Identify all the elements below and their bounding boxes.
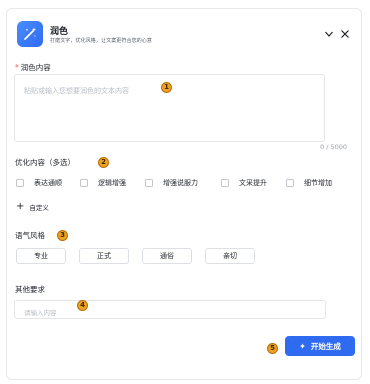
required-mark: * (15, 63, 19, 72)
close-icon (341, 30, 349, 38)
tone-friendly-button[interactable]: 亲切 (205, 248, 255, 264)
optimize-options: 表达通顺 逻辑增强 增强说服力 文采提升 细节增加 (14, 176, 344, 190)
checkbox[interactable] (16, 179, 24, 187)
checkbox[interactable] (221, 179, 229, 187)
tone-professional-button[interactable]: 专业 (16, 248, 66, 264)
marker-badge-4: 4 (77, 300, 88, 311)
tone-plain-button[interactable]: 通俗 (142, 248, 192, 264)
other-section-label: 其他要求 (15, 285, 45, 294)
checkbox[interactable] (286, 179, 294, 187)
tone-formal-button[interactable]: 正式 (79, 248, 129, 264)
tone-section-label: 语气风格 (15, 231, 45, 240)
option-persuasiveness[interactable]: 增强说服力 (145, 176, 198, 190)
marker-badge-2: 2 (98, 157, 109, 168)
polish-panel: 润色 打磨文字，优化风格，让文案更符合您的心意 (6, 8, 362, 380)
option-literary-style[interactable]: 文采提升 (221, 176, 267, 190)
panel-title: 润色 (50, 27, 69, 37)
panel-subtitle: 打磨文字，优化风格，让文案更符合您的心意 (50, 38, 153, 44)
add-custom-button[interactable]: + 自定义 (16, 201, 49, 213)
other-placeholder: 请输入内容 (24, 309, 57, 317)
content-section-label: * 润色内容 (15, 63, 51, 72)
close-button[interactable] (338, 27, 352, 41)
option-logic-enhance[interactable]: 逻辑增强 (80, 176, 126, 190)
char-counter: 0 / 5000 (320, 143, 347, 151)
marker-badge-3: 3 (57, 230, 68, 241)
start-generate-button[interactable]: ✦ 开始生成 (285, 336, 355, 356)
sparkle-icon: ✦ (299, 341, 306, 351)
checkbox[interactable] (80, 179, 88, 187)
other-requirements-input[interactable]: 请输入内容 (14, 300, 326, 319)
checkbox[interactable] (145, 179, 153, 187)
magic-wand-icon (17, 21, 43, 47)
option-fluent-expression[interactable]: 表达通顺 (16, 176, 62, 190)
chevron-down-icon (325, 31, 333, 37)
marker-badge-1: 1 (161, 82, 172, 93)
marker-badge-5: 5 (267, 343, 278, 354)
content-placeholder: 粘贴或输入您想要润色的文本内容 (24, 87, 129, 95)
option-add-details[interactable]: 细节增加 (286, 176, 332, 190)
collapse-button[interactable] (322, 27, 336, 41)
optimize-section-label: 优化内容（多选） (15, 158, 75, 167)
plus-icon: + (16, 201, 25, 212)
